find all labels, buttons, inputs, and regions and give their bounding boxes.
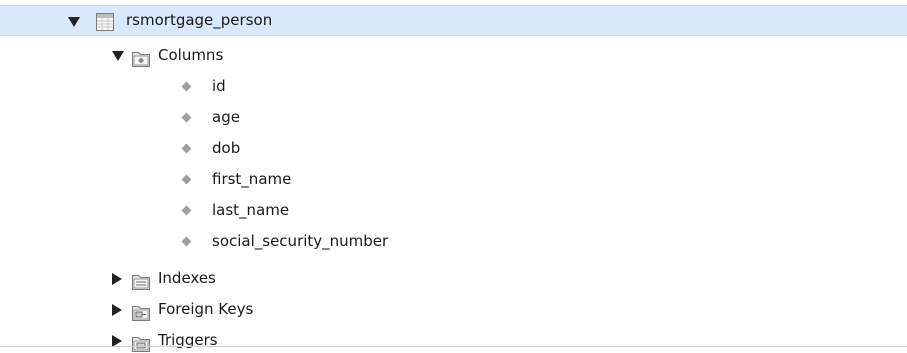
expand-toggle-down-icon[interactable] xyxy=(112,40,124,71)
column-name: last_name xyxy=(212,201,290,219)
column-item[interactable]: id xyxy=(0,71,907,102)
schema-tree: rsmortgage_person Columns id age dob fir… xyxy=(0,0,907,353)
column-name: age xyxy=(212,108,240,126)
tree-node-table[interactable]: rsmortgage_person xyxy=(0,5,907,36)
expand-toggle-down-icon[interactable] xyxy=(68,6,80,37)
column-name: id xyxy=(212,77,226,95)
tree-node-columns[interactable]: Columns xyxy=(0,40,907,71)
column-diamond-icon xyxy=(181,143,192,154)
column-name: dob xyxy=(212,139,241,157)
columns-folder-icon xyxy=(132,47,150,67)
expand-toggle-right-icon[interactable] xyxy=(110,294,122,325)
column-item[interactable]: dob xyxy=(0,133,907,164)
columns-label: Columns xyxy=(158,46,224,64)
table-name: rsmortgage_person xyxy=(126,11,273,29)
foreign-keys-label: Foreign Keys xyxy=(158,300,254,318)
column-diamond-icon xyxy=(181,174,192,185)
panel-divider xyxy=(0,346,907,347)
triggers-label: Triggers xyxy=(158,331,218,349)
column-item[interactable]: first_name xyxy=(0,164,907,195)
expand-toggle-right-icon[interactable] xyxy=(110,325,122,353)
tree-node-indexes[interactable]: Indexes xyxy=(0,263,907,294)
foreign-keys-folder-icon xyxy=(132,301,150,321)
indexes-folder-icon xyxy=(132,270,150,290)
column-item[interactable]: last_name xyxy=(0,195,907,226)
indexes-label: Indexes xyxy=(158,269,216,287)
column-diamond-icon xyxy=(181,81,192,92)
table-icon xyxy=(96,12,114,31)
column-diamond-icon xyxy=(181,236,192,247)
column-item[interactable]: age xyxy=(0,102,907,133)
tree-node-triggers[interactable]: Triggers xyxy=(0,325,907,353)
tree-node-foreign-keys[interactable]: Foreign Keys xyxy=(0,294,907,325)
column-diamond-icon xyxy=(181,205,192,216)
column-name: social_security_number xyxy=(212,232,389,250)
column-diamond-icon xyxy=(181,112,192,123)
column-name: first_name xyxy=(212,170,292,188)
column-item[interactable]: social_security_number xyxy=(0,226,907,257)
expand-toggle-right-icon[interactable] xyxy=(110,263,122,294)
